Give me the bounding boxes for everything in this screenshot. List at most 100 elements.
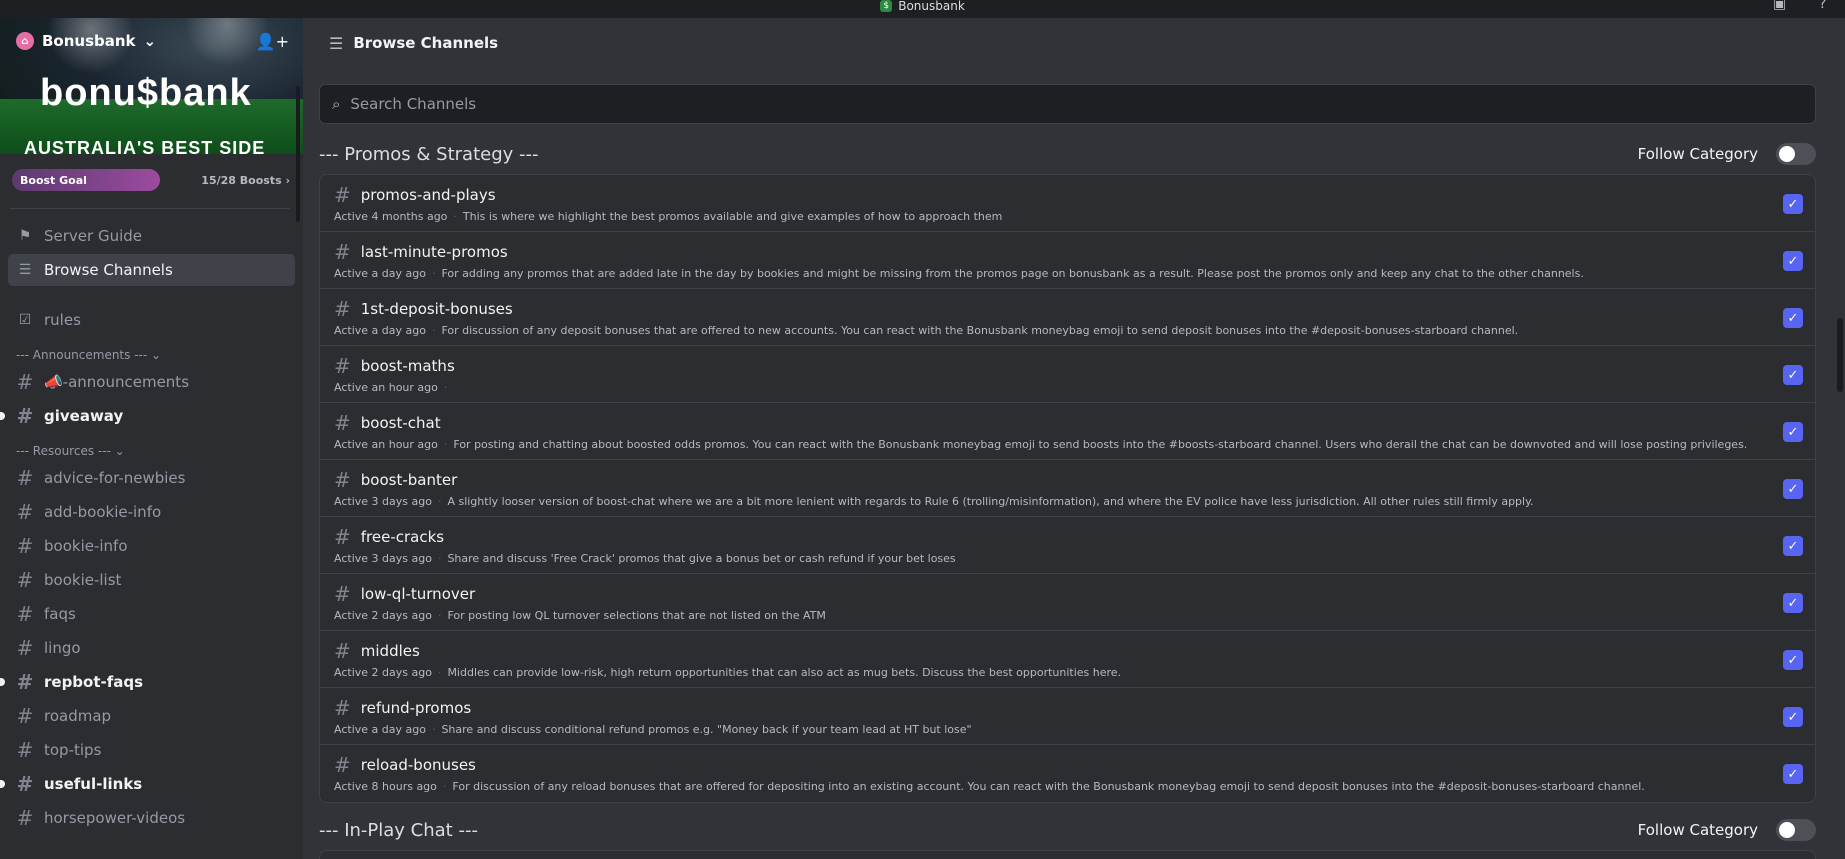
channel-row[interactable]: # boost-banter Active 3 days ago · A slightl… (320, 460, 1815, 517)
channel-name[interactable]: # refund-promos (334, 696, 471, 720)
hash-icon: # (334, 753, 351, 777)
channel-activity: Active 8 hours ago (334, 780, 437, 793)
channel-follow-checkbox[interactable]: ✓ (1783, 707, 1803, 727)
channel-activity: Active 2 days ago (334, 609, 432, 622)
sidebar-item-lingo[interactable]: # lingo (8, 632, 295, 664)
channel-name[interactable]: #1st-deposit-bonuses (334, 297, 513, 321)
invite-people-icon[interactable]: 👤+ (256, 32, 289, 51)
channel-name[interactable]: # boost-chat (334, 411, 441, 435)
sidebar-item-rules[interactable]: ☑ rules (8, 304, 295, 336)
app-title-text: Bonusbank (898, 0, 965, 13)
channel-name-text: middles (360, 642, 420, 660)
category-header-in-play: --- In-Play Chat --- Follow Category (319, 815, 1816, 845)
hash-icon: # (16, 704, 34, 728)
channel-row[interactable]: # promos-and-plays Active 4 months ago · Thi… (320, 175, 1815, 232)
follow-category-toggle[interactable] (1776, 819, 1816, 841)
sidebar-item-label: bookie-list (44, 571, 122, 589)
channel-row[interactable]: # last-minute-promos Active a day ago · For … (320, 232, 1815, 289)
category-announcements[interactable]: --- Announcements --- ⌄ (8, 338, 295, 366)
hash-icon: # (334, 411, 351, 435)
channel-row[interactable]: # refund-promos Active a day ago · Share and… (320, 688, 1815, 745)
channel-activity: Active 2 days ago (334, 666, 432, 679)
signpost-icon: ⚑ (18, 228, 32, 244)
channel-description: A slightly looser version of boost-chat … (447, 495, 1534, 508)
titlebar-controls: ▣ ? (1773, 0, 1835, 12)
channel-description: For discussion of any reload bonuses tha… (452, 780, 1645, 793)
sidebar-item-label: add-bookie-info (44, 503, 162, 521)
channel-row[interactable]: # free-cracks Active 3 days ago · Share and … (320, 517, 1815, 574)
category-resources[interactable]: --- Resources --- ⌄ (8, 434, 295, 462)
sidebar-item-label: advice-for-newbies (44, 469, 186, 487)
channel-activity: Active an hour ago (334, 381, 438, 394)
channel-description: Share and discuss 'Free Crack' promos th… (447, 552, 956, 565)
sidebar-item-repbot-faqs[interactable]: # repbot-faqs (0, 666, 295, 698)
channel-follow-checkbox[interactable]: ✓ (1783, 251, 1803, 271)
sidebar-item-label: Server Guide (44, 227, 143, 245)
sidebar-item-add-bookie-info[interactable]: # add-bookie-info (8, 496, 295, 528)
search-input[interactable] (350, 95, 1751, 113)
sidebar-item-advice-for-newbies[interactable]: # advice-for-newbies (8, 462, 295, 494)
search-icon: ⌕ (332, 95, 341, 113)
channel-follow-checkbox[interactable]: ✓ (1783, 764, 1803, 784)
channel-follow-checkbox[interactable]: ✓ (1783, 479, 1803, 499)
channel-name[interactable]: # promos-and-plays (334, 183, 496, 207)
hash-icon: # (334, 183, 351, 207)
sidebar-item-browse-channels[interactable]: ☰ Browse Channels (8, 254, 295, 286)
sidebar-item-top-tips[interactable]: # top-tips (8, 734, 295, 766)
sidebar-item-label: lingo (44, 639, 81, 657)
channel-follow-checkbox[interactable]: ✓ (1783, 422, 1803, 442)
channel-name[interactable]: # low-ql-turnover (334, 582, 475, 606)
next-category-list (319, 850, 1816, 859)
channel-row[interactable]: # reload-bonuses Active 8 hours ago · For di… (320, 745, 1815, 802)
server-tagline: AUSTRALIA'S BEST SIDE HUSTLE (24, 138, 266, 154)
sidebar-item-horsepower-videos[interactable]: # horsepower-videos (8, 802, 295, 834)
channel-follow-checkbox[interactable]: ✓ (1783, 536, 1803, 556)
meta-separator: · (431, 267, 436, 280)
sidebar-item-label: bookie-info (44, 537, 128, 555)
channel-name[interactable]: # free-cracks (334, 525, 444, 549)
sidebar-scrollbar[interactable] (296, 86, 300, 222)
sidebar-item-roadmap[interactable]: # roadmap (8, 700, 295, 732)
browse-channels-panel: ☰ Browse Channels ⌕ --- Promos & Strateg… (303, 18, 1845, 859)
channel-name[interactable]: # boost-maths (334, 354, 455, 378)
channel-row[interactable]: # middles Active 2 days ago · Middles can pr… (320, 631, 1815, 688)
sidebar-item-server-guide[interactable]: ⚑ Server Guide (8, 220, 295, 252)
help-icon[interactable]: ? (1819, 0, 1835, 12)
channel-follow-checkbox[interactable]: ✓ (1783, 650, 1803, 670)
channel-name[interactable]: # last-minute-promos (334, 240, 508, 264)
sidebar-item-announcements[interactable]: # 📣-announcements (8, 366, 295, 398)
sidebar-item-bookie-info[interactable]: # bookie-info (8, 530, 295, 562)
channel-activity: Active a day ago (334, 267, 426, 280)
channel-activity: Active a day ago (334, 723, 426, 736)
server-name-dropdown[interactable]: ⌂ Bonusbank ⌄ (16, 32, 156, 50)
channel-description: For discussion of any deposit bonuses th… (441, 324, 1519, 337)
channel-description: For adding any promos that are added lat… (441, 267, 1584, 280)
channel-name[interactable]: # reload-bonuses (334, 753, 476, 777)
follow-category-toggle[interactable] (1776, 143, 1816, 165)
sidebar-item-giveaway[interactable]: # giveaway (0, 400, 295, 432)
hash-icon: # (334, 354, 351, 378)
hash-icon: # (16, 670, 34, 694)
channel-row[interactable]: # boost-maths Active an hour ago · ✓ (320, 346, 1815, 403)
sidebar-item-useful-links[interactable]: # useful-links (0, 768, 295, 800)
inbox-icon[interactable]: ▣ (1773, 0, 1789, 12)
channel-meta: Active a day ago · For adding any promos t… (334, 267, 1584, 280)
boost-goal[interactable]: Boost Goal 15/28 Boosts › (12, 169, 290, 191)
channel-name[interactable]: # middles (334, 639, 420, 663)
sidebar-item-faqs[interactable]: # faqs (8, 598, 295, 630)
channel-name-text: refund-promos (360, 699, 472, 717)
channel-row[interactable]: # low-ql-turnover Active 2 days ago · For po… (320, 574, 1815, 631)
search-bar[interactable]: ⌕ (319, 84, 1816, 124)
channel-row[interactable]: #1st-deposit-bonuses Active a day ago · For… (320, 289, 1815, 346)
channel-follow-checkbox[interactable]: ✓ (1783, 365, 1803, 385)
channel-name-text: boost-chat (360, 414, 441, 432)
channel-row[interactable]: # boost-chat Active an hour ago · For postin… (320, 403, 1815, 460)
channel-follow-checkbox[interactable]: ✓ (1783, 194, 1803, 214)
channel-meta: Active 4 months ago · This is where we hig… (334, 210, 1002, 223)
channel-name[interactable]: # boost-banter (334, 468, 457, 492)
meta-separator: · (442, 780, 447, 793)
sidebar-item-bookie-list[interactable]: # bookie-list (8, 564, 295, 596)
channel-follow-checkbox[interactable]: ✓ (1783, 308, 1803, 328)
channel-follow-checkbox[interactable]: ✓ (1783, 593, 1803, 613)
main-scrollbar[interactable] (1837, 318, 1843, 392)
